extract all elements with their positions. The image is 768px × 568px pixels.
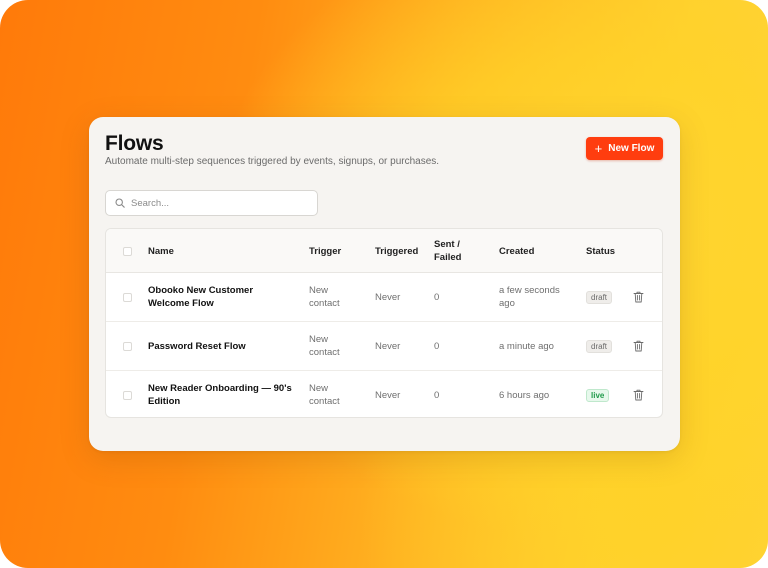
trash-icon[interactable] (633, 291, 644, 303)
table-row[interactable]: New Reader Onboarding — 90's Edition New… (106, 371, 662, 417)
table-header: Name Trigger Triggered Sent / Failed Cre… (106, 229, 662, 273)
plus-icon: + (594, 141, 603, 156)
trigger-line: New (309, 285, 329, 296)
flow-sent-failed: 0 (434, 292, 440, 303)
row-checkbox[interactable] (123, 391, 132, 400)
flow-name-line: Welcome Flow (148, 298, 214, 309)
header-sent-failed[interactable]: Sent / Failed (434, 238, 461, 264)
flow-sent-failed: 0 (434, 341, 440, 352)
search-box[interactable] (105, 190, 318, 216)
flow-trigger: New contact (309, 284, 340, 310)
flow-triggered: Never (375, 390, 401, 401)
new-flow-label: New Flow (608, 143, 655, 154)
header-sent-label: Sent / (434, 239, 460, 250)
flow-name[interactable]: Password Reset Flow (148, 340, 298, 353)
page-title: Flows (105, 132, 164, 155)
table-row[interactable]: Password Reset Flow New contact Never 0 … (106, 322, 662, 371)
row-checkbox[interactable] (123, 342, 132, 351)
flow-name-line: Edition (148, 396, 181, 407)
trash-icon[interactable] (633, 340, 644, 352)
status-badge: draft (586, 291, 613, 304)
status-badge: live (586, 389, 610, 402)
row-checkbox[interactable] (123, 293, 132, 302)
flows-table: Name Trigger Triggered Sent / Failed Cre… (105, 228, 663, 418)
trigger-line: New (309, 334, 329, 345)
header-failed-label: Failed (434, 252, 462, 263)
search-input[interactable] (131, 197, 301, 209)
flow-name-line: Obooko New Customer (148, 285, 254, 296)
select-all-checkbox[interactable] (123, 247, 132, 256)
trigger-line: New (309, 383, 329, 394)
flow-name[interactable]: Obooko New Customer Welcome Flow (148, 284, 298, 310)
created-line: ago (499, 298, 515, 309)
flow-trigger: New contact (309, 333, 340, 359)
flow-name-line: New Reader Onboarding — 90's (148, 383, 292, 394)
created-line: a few seconds (499, 285, 560, 296)
trash-icon[interactable] (633, 389, 644, 401)
header-trigger[interactable]: Trigger (309, 245, 341, 258)
status-badge: draft (586, 340, 613, 353)
trigger-line: contact (309, 396, 340, 407)
table-row[interactable]: Obooko New Customer Welcome Flow New con… (106, 273, 662, 322)
flow-triggered: Never (375, 292, 401, 303)
flow-created: 6 hours ago (499, 390, 550, 401)
flow-trigger: New contact (309, 382, 340, 408)
flow-sent-failed: 0 (434, 390, 440, 401)
flow-name[interactable]: New Reader Onboarding — 90's Edition (148, 382, 304, 408)
page-subtitle: Automate multi-step sequences triggered … (105, 156, 440, 167)
search-icon (115, 198, 125, 208)
header-created[interactable]: Created (499, 245, 534, 258)
header-name[interactable]: Name (148, 245, 174, 258)
trigger-line: contact (309, 347, 340, 358)
trigger-line: contact (309, 298, 340, 309)
header-triggered[interactable]: Triggered (375, 245, 418, 258)
new-flow-button[interactable]: + New Flow (586, 137, 663, 160)
flow-created: a few seconds ago (499, 284, 560, 310)
flow-created: a minute ago (499, 341, 554, 352)
flow-triggered: Never (375, 341, 401, 352)
flows-panel: Flows Automate multi-step sequences trig… (89, 117, 680, 451)
header-status[interactable]: Status (586, 245, 615, 258)
